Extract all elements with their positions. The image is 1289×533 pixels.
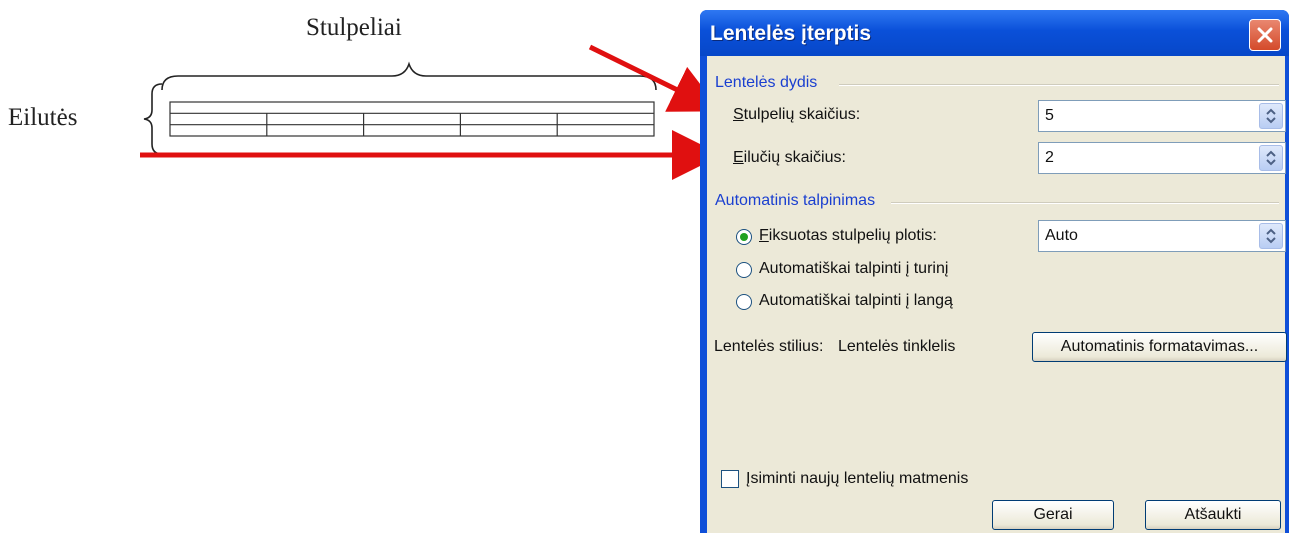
fixed-width-field[interactable]: Auto — [1038, 220, 1286, 252]
cancel-button[interactable]: Atšaukti — [1145, 500, 1281, 530]
close-button[interactable] — [1249, 19, 1281, 51]
group-divider — [891, 202, 1279, 204]
rows-count-value: 2 — [1045, 149, 1054, 166]
remember-dimensions-checkbox[interactable] — [721, 470, 739, 488]
autofit-group-label: Automatinis talpinimas — [715, 192, 876, 209]
table-style-label: Lentelės stilius: — [714, 338, 824, 355]
dialog-body: Lentelės dydis Stulpelių skaičius: 5 Eil… — [707, 56, 1287, 533]
remember-dimensions-label: Įsiminti naujų lentelių matmenis — [746, 470, 969, 487]
rows-count-label: Eilučių skaičius: — [733, 149, 846, 166]
table-style-value: Lentelės tinklelis — [838, 338, 956, 355]
autofit-window-radio[interactable] — [736, 294, 752, 310]
columns-count-field[interactable]: 5 — [1038, 100, 1286, 132]
rows-count-field[interactable]: 2 — [1038, 142, 1286, 174]
fixed-width-spinner[interactable] — [1259, 223, 1283, 249]
title-bar[interactable]: Lentelės įterptis — [700, 10, 1289, 56]
ok-button[interactable]: Gerai — [992, 500, 1114, 530]
size-group-label: Lentelės dydis — [715, 74, 818, 91]
autoformat-button[interactable]: Automatinis formatavimas... — [1032, 332, 1287, 362]
autofit-window-label: Automatiškai talpinti į langą — [759, 292, 953, 309]
spin-arrows-icon — [1266, 150, 1276, 166]
group-divider — [839, 84, 1279, 86]
autofit-contents-radio[interactable] — [736, 262, 752, 278]
rows-count-spinner[interactable] — [1259, 145, 1283, 171]
close-icon — [1257, 27, 1273, 43]
spin-arrows-icon — [1266, 108, 1276, 124]
fixed-width-radio[interactable] — [736, 229, 752, 245]
columns-count-spinner[interactable] — [1259, 103, 1283, 129]
arrow-to-columns-field — [588, 44, 721, 112]
fixed-width-value: Auto — [1045, 227, 1078, 244]
columns-count-label: Stulpelių skaičius: — [733, 106, 861, 123]
autofit-contents-label: Automatiškai talpinti į turinį — [759, 260, 949, 277]
spin-arrows-icon — [1266, 228, 1276, 244]
fixed-width-label: Fiksuotas stulpelių plotis: — [759, 227, 937, 244]
insert-table-dialog: Lentelės įterptis Lentelės dydis Stulpel… — [700, 10, 1289, 533]
columns-count-value: 5 — [1045, 107, 1054, 124]
dialog-title: Lentelės įterptis — [710, 22, 872, 45]
